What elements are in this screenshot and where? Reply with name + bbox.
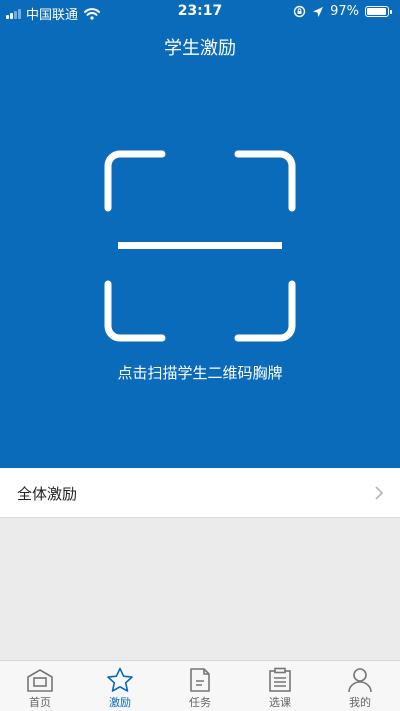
tab-label: 首页 [29, 696, 51, 709]
list-item-all-incentives[interactable]: 全体激励 [0, 468, 400, 518]
status-right: 97% [293, 4, 392, 19]
tab-label: 我的 [349, 696, 371, 709]
page-title: 学生激励 [164, 38, 236, 59]
battery-icon [365, 6, 392, 17]
qr-scan-frame-icon [104, 150, 296, 342]
tab-incentive[interactable]: 激励 [80, 661, 160, 711]
location-arrow-icon [313, 6, 324, 17]
tab-profile[interactable]: 我的 [320, 661, 400, 711]
tab-bar: 首页 激励 任务 选课 我的 [0, 660, 400, 711]
user-icon [348, 668, 372, 693]
scan-hint: 点击扫描学生二维码胸牌 [117, 364, 283, 382]
star-icon [107, 667, 133, 692]
chevron-right-icon [375, 486, 383, 500]
tab-course-selection[interactable]: 选课 [240, 661, 320, 711]
home-icon [27, 669, 53, 692]
rotation-lock-icon [293, 5, 306, 18]
tab-home[interactable]: 首页 [0, 661, 80, 711]
document-icon [190, 668, 210, 692]
list-item-label: 全体激励 [17, 484, 78, 503]
scan-button[interactable] [100, 146, 300, 346]
tab-label: 任务 [189, 696, 211, 709]
status-bar: 中国联通 23:17 97% [0, 0, 400, 24]
tab-label: 激励 [109, 696, 131, 709]
clipboard-icon [269, 667, 291, 692]
incentive-list: 全体激励 [0, 468, 400, 518]
battery-percent: 97% [330, 4, 359, 19]
hero-panel: 中国联通 23:17 97% 学生激励 点击扫描学生二维码胸牌 [0, 0, 400, 468]
tab-label: 选课 [269, 696, 291, 709]
tab-tasks[interactable]: 任务 [160, 661, 240, 711]
